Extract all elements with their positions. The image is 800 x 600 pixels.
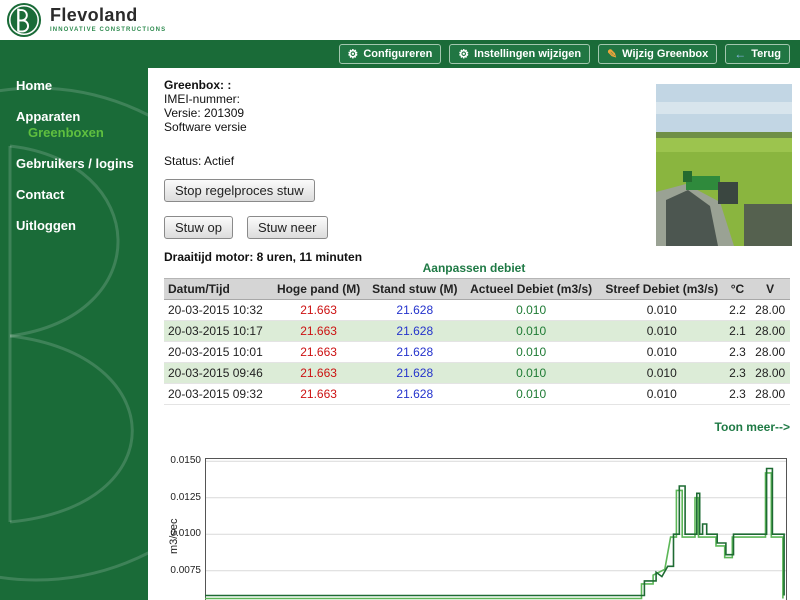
brand-name: Flevoland [50,6,166,25]
table-cell: 21.628 [366,363,463,384]
measurements-table: Datum/Tijd Hoge pand (M) Stand stuw (M) … [164,278,790,405]
table-row: 20-03-2015 09:3221.66321.6280.0100.0102.… [164,384,790,405]
table-cell: 2.3 [725,384,751,405]
greenbox-photo [656,84,792,246]
table-cell: 0.010 [463,300,598,321]
table-cell: 0.010 [463,321,598,342]
y-axis-ticks: 0.0150 0.0125 0.0100 0.0075 [164,458,201,600]
terug-label: Terug [751,48,781,60]
sidebar-item-home[interactable]: Home [0,78,148,93]
status-text: Status: Actief [164,154,234,168]
table-header-row: Datum/Tijd Hoge pand (M) Stand stuw (M) … [164,279,790,300]
sidebar-item-gebruikers-logins[interactable]: Gebruikers / logins [0,156,148,171]
y-tick-label: 0.0100 [164,528,201,539]
stuw-neer-button[interactable]: Stuw neer [247,216,328,239]
sidebar-item-apparaten[interactable]: Apparaten [0,109,148,124]
instellingen-wijzigen-button[interactable]: ⚙ Instellingen wijzigen [449,44,590,64]
table-cell: 0.010 [599,342,725,363]
terug-button[interactable]: ← Terug [725,44,790,64]
table-cell: 0.010 [599,384,725,405]
table-cell: 20-03-2015 10:17 [164,321,271,342]
col-header-volt: V [750,279,790,300]
y-tick-label: 0.0150 [164,455,201,466]
table-cell: 0.010 [599,321,725,342]
logo: Flevoland INNOVATIVE CONSTRUCTIONS [6,2,166,38]
flow-chart-plot [205,458,787,600]
table-cell: 0.010 [463,363,598,384]
wijzig-greenbox-button[interactable]: ✎ Wijzig Greenbox [598,44,717,64]
table-cell: 28.00 [750,321,790,342]
wijzig-label: Wijzig Greenbox [622,48,708,60]
table-cell: 0.010 [599,300,725,321]
table-cell: 21.663 [271,363,366,384]
flow-chart: m3/sec 0.01500.01250.01000.0075 [164,458,790,600]
table-cell: 0.010 [463,384,598,405]
sidebar-item-greenboxen[interactable]: Greenboxen [0,125,148,140]
table-cell: 21.628 [366,321,463,342]
table-cell: 0.010 [463,342,598,363]
table-row: 20-03-2015 10:1721.66321.6280.0100.0102.… [164,321,790,342]
instellingen-label: Instellingen wijzigen [474,48,581,60]
col-header-datum-tijd: Datum/Tijd [164,279,271,300]
sidebar-menu: Home Apparaten Greenboxen Gebruikers / l… [0,40,148,233]
table-cell: 28.00 [750,384,790,405]
table-row: 20-03-2015 10:0121.66321.6280.0100.0102.… [164,342,790,363]
table-cell: 0.010 [599,363,725,384]
table-cell: 28.00 [750,300,790,321]
sidebar-item-contact[interactable]: Contact [0,187,148,202]
table-cell: 2.3 [725,363,751,384]
col-header-streef-debiet: Streef Debiet (m3/s) [599,279,725,300]
configureren-button[interactable]: ⚙ Configureren [339,44,442,64]
table-cell: 21.663 [271,300,366,321]
toon-meer-link[interactable]: Toon meer--> [715,420,790,434]
aanpassen-debiet-link[interactable]: Aanpassen debiet [148,261,800,275]
gear-icon: ⚙ [458,48,469,60]
flevoland-logo-icon [6,2,42,38]
imei-number: IMEI-nummer: [164,92,247,106]
configureren-label: Configureren [363,48,432,60]
table-cell: 20-03-2015 10:32 [164,300,271,321]
back-arrow-icon: ← [734,48,746,60]
stuw-op-button[interactable]: Stuw op [164,216,233,239]
table-cell: 2.2 [725,300,751,321]
col-header-actueel-debiet: Actueel Debiet (m3/s) [463,279,598,300]
col-header-hoge-pand: Hoge pand (M) [271,279,366,300]
stop-regelproces-button[interactable]: Stop regelproces stuw [164,179,315,202]
table-cell: 20-03-2015 09:46 [164,363,271,384]
table-cell: 2.3 [725,342,751,363]
col-header-stand-stuw: Stand stuw (M) [366,279,463,300]
page: Flevoland INNOVATIVE CONSTRUCTIONS ⚙ Con… [0,0,800,600]
device-details: Greenbox: : IMEI-nummer: Versie: 201309 … [164,78,247,134]
sidebar: Home Apparaten Greenboxen Gebruikers / l… [0,40,148,600]
table-cell: 2.1 [725,321,751,342]
pencil-icon: ✎ [607,48,617,60]
table-row: 20-03-2015 09:4621.66321.6280.0100.0102.… [164,363,790,384]
y-tick-label: 0.0125 [164,492,201,503]
brand-tagline: INNOVATIVE CONSTRUCTIONS [50,27,166,33]
versie: Versie: 201309 [164,106,247,120]
table-cell: 21.663 [271,342,366,363]
gear-icon: ⚙ [348,48,359,60]
table-cell: 20-03-2015 09:32 [164,384,271,405]
y-tick-label: 0.0075 [164,565,201,576]
col-header-temperatuur: °C [725,279,751,300]
table-cell: 21.628 [366,342,463,363]
software-versie: Software versie [164,120,247,134]
table-cell: 21.628 [366,384,463,405]
sidebar-item-uitloggen[interactable]: Uitloggen [0,218,148,233]
table-cell: 21.663 [271,384,366,405]
top-header: Flevoland INNOVATIVE CONSTRUCTIONS [0,0,800,40]
table-row: 20-03-2015 10:3221.66321.6280.0100.0102.… [164,300,790,321]
table-cell: 21.663 [271,321,366,342]
table-cell: 21.628 [366,300,463,321]
measurements-body: 20-03-2015 10:3221.66321.6280.0100.0102.… [164,300,790,405]
brand-block: Flevoland INNOVATIVE CONSTRUCTIONS [50,6,166,33]
greenbox-name: Greenbox: : [164,78,247,92]
table-cell: 20-03-2015 10:01 [164,342,271,363]
stuw-buttons: Stuw op Stuw neer [164,216,328,239]
table-cell: 28.00 [750,342,790,363]
table-cell: 28.00 [750,363,790,384]
